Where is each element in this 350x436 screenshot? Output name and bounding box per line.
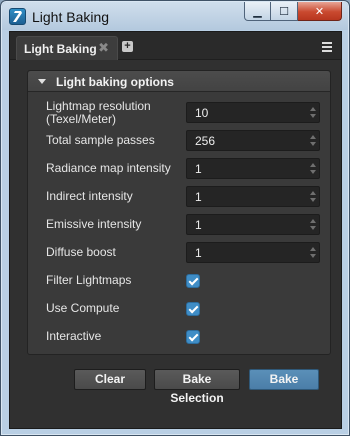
arrow-down-icon[interactable] [310,226,316,230]
tab-label: Light Baking [24,42,97,56]
indirect-intensity-label: Indirect intensity [46,189,133,203]
diffuse-boost-input[interactable]: 1 [186,242,320,263]
arrow-up-icon[interactable] [310,163,316,167]
light-baking-window: Light Baking ▁ ☐ ✕ Light Baking ✖ + Ligh… [0,0,350,436]
caret-down-icon[interactable] [38,79,46,84]
arrow-up-icon[interactable] [310,247,316,251]
tab-bar: Light Baking ✖ + [10,32,341,60]
total-sample-passes-input[interactable]: 256 [186,130,320,151]
emissive-intensity-input[interactable]: 1 [186,214,320,235]
panel-title: Light baking options [56,75,174,89]
arrow-down-icon[interactable] [310,198,316,202]
title-bar[interactable]: Light Baking ▁ ☐ ✕ [2,2,348,30]
arrow-down-icon[interactable] [310,142,316,146]
total-sample-passes-label: Total sample passes [46,133,155,147]
indirect-intensity-input[interactable]: 1 [186,186,320,207]
tab-close-icon[interactable]: ✖ [98,40,109,56]
window-controls: ▁ ☐ ✕ [244,2,342,22]
tab-light-baking[interactable]: Light Baking ✖ [16,36,118,60]
spin-value: 256 [195,134,216,148]
bake-button[interactable]: Bake [249,369,319,390]
use-compute-label: Use Compute [46,301,120,315]
close-icon: ✕ [314,5,325,18]
arrow-down-icon[interactable] [310,170,316,174]
clear-button[interactable]: Clear [74,369,146,390]
spin-value: 10 [195,106,209,120]
maximize-button[interactable]: ☐ [271,2,298,21]
stingray-logo-icon [9,8,26,25]
spin-value: 1 [195,246,202,260]
spin-value: 1 [195,190,202,204]
arrow-up-icon[interactable] [310,107,316,111]
use-compute-checkbox[interactable] [186,302,200,316]
lightmap-resolution-input[interactable]: 10 [186,102,320,123]
panel-header[interactable]: Light baking options [28,71,330,92]
filter-lightmaps-label: Filter Lightmaps [46,273,132,287]
radiance-map-intensity-label: Radiance map intensity [46,161,171,175]
filter-lightmaps-checkbox[interactable] [186,274,200,288]
emissive-intensity-label: Emissive intensity [46,217,142,231]
spin-arrows[interactable] [310,219,316,230]
interactive-checkbox[interactable] [186,330,200,344]
hamburger-menu-icon[interactable] [322,42,332,54]
close-window-button[interactable]: ✕ [298,2,342,21]
arrow-down-icon[interactable] [310,114,316,118]
spin-arrows[interactable] [310,247,316,258]
spin-value: 1 [195,162,202,176]
arrow-up-icon[interactable] [310,219,316,223]
arrow-up-icon[interactable] [310,191,316,195]
add-tab-icon[interactable]: + [122,41,133,52]
arrow-down-icon[interactable] [310,254,316,258]
spin-arrows[interactable] [310,191,316,202]
window-title: Light Baking [32,9,110,25]
maximize-icon: ☐ [279,5,289,18]
spin-value: 1 [195,218,202,232]
lightmap-resolution-label: Lightmap resolution (Texel/Meter) [46,99,151,126]
spin-arrows[interactable] [310,107,316,118]
interactive-label: Interactive [46,329,102,343]
radiance-map-intensity-input[interactable]: 1 [186,158,320,179]
light-baking-options-panel: Light baking options Lightmap resolution… [27,70,331,355]
spin-arrows[interactable] [310,163,316,174]
minimize-button[interactable]: ▁ [244,2,271,21]
bake-selection-button[interactable]: Bake Selection [154,369,240,405]
spin-arrows[interactable] [310,135,316,146]
diffuse-boost-label: Diffuse boost [46,245,116,259]
minimize-icon: ▁ [253,5,262,18]
arrow-up-icon[interactable] [310,135,316,139]
